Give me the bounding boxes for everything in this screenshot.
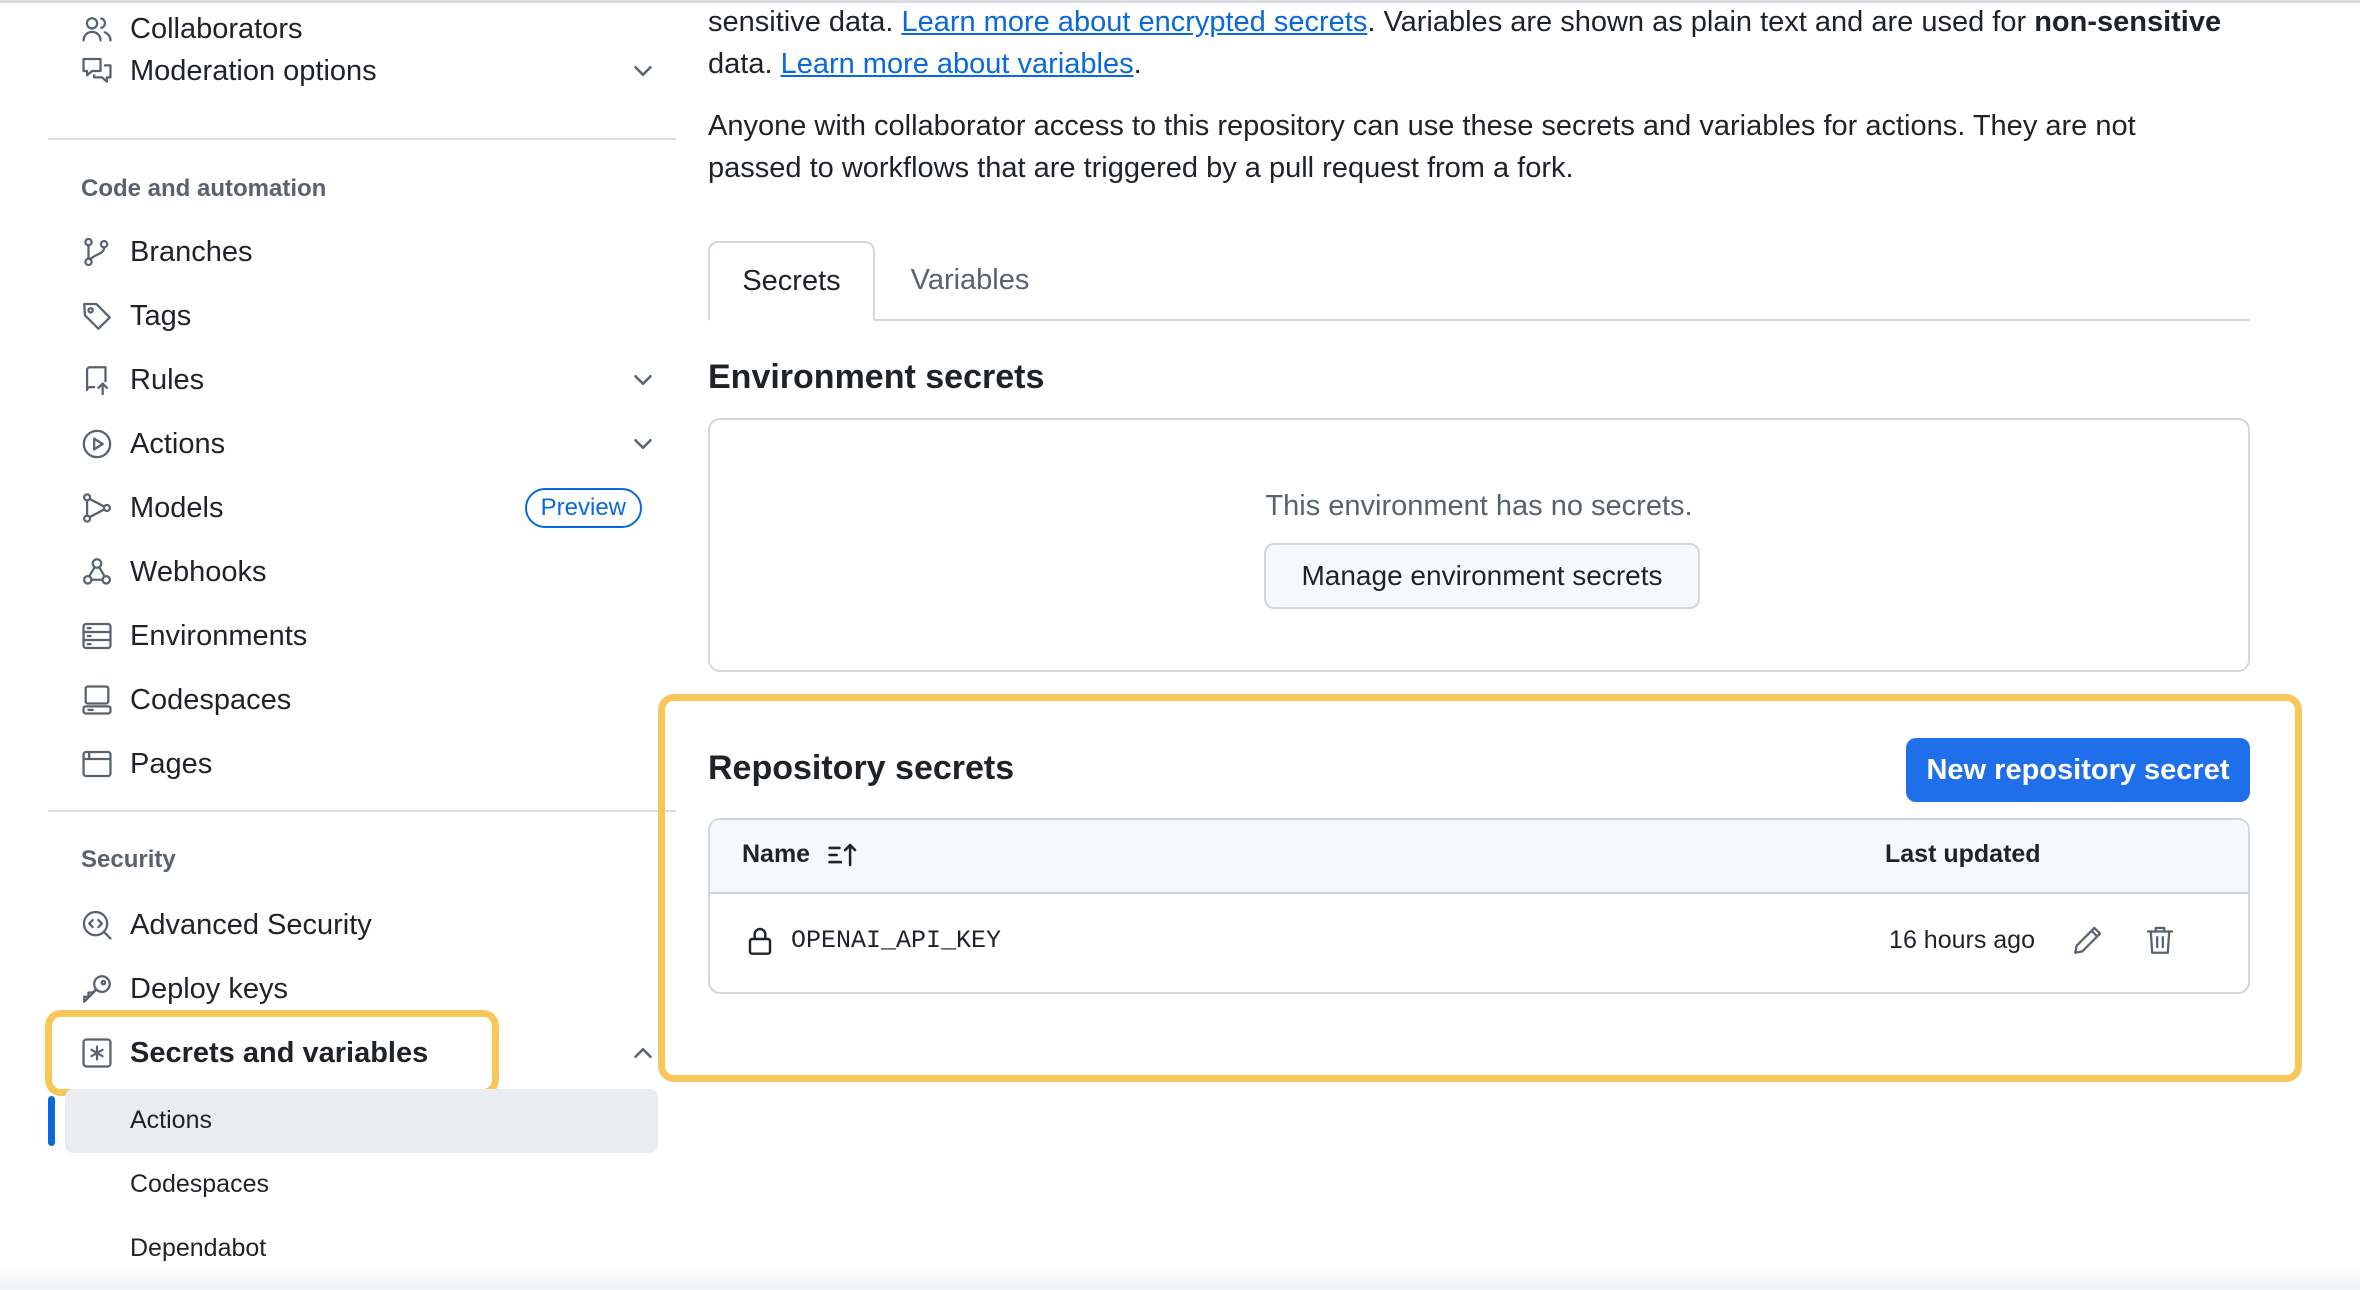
sidebar-item-models[interactable]: Models Preview xyxy=(78,480,658,536)
repo-push-icon xyxy=(78,361,116,399)
sidebar-item-label: Branches xyxy=(130,235,253,268)
sidebar-item-tags[interactable]: Tags xyxy=(78,288,658,344)
tab-secrets[interactable]: Secrets xyxy=(708,241,875,321)
sidebar-item-environments[interactable]: Environments xyxy=(78,608,658,664)
secrets-table: Name Last updated OPENAI_API_KEY 16 hour… xyxy=(708,818,2250,994)
intro-paragraph: sensitive data. Learn more about encrypt… xyxy=(708,1,2248,85)
sidebar-item-webhooks[interactable]: Webhooks xyxy=(78,544,658,600)
learn-more-secrets-link[interactable]: Learn more about encrypted secrets xyxy=(901,6,1367,38)
preview-badge: Preview xyxy=(524,488,642,528)
webhook-icon xyxy=(78,553,116,591)
sidebar-item-label: Moderation options xyxy=(130,54,377,87)
sidebar-item-rules[interactable]: Rules xyxy=(78,352,658,408)
bottom-edge xyxy=(0,1262,2360,1290)
sidebar-item-label: Tags xyxy=(130,299,192,332)
sidebar-divider xyxy=(48,810,676,812)
sub-item-active-indicator xyxy=(48,1096,55,1146)
intro-bold-text: non-sensitive xyxy=(2034,6,2222,38)
play-icon xyxy=(78,425,116,463)
intro-text: . xyxy=(1133,48,1142,80)
sidebar-item-label: Deploy keys xyxy=(130,972,288,1005)
trash-icon[interactable] xyxy=(2140,920,2180,960)
codescan-icon xyxy=(78,906,116,944)
collaborator-note: Anyone with collaborator access to this … xyxy=(708,110,2136,184)
sub-item-codespaces[interactable]: Codespaces xyxy=(130,1170,269,1199)
sort-ascending-icon[interactable] xyxy=(826,838,860,872)
pencil-icon[interactable] xyxy=(2068,920,2108,960)
repository-secrets-heading: Repository secrets xyxy=(708,749,1015,787)
sidebar-divider xyxy=(48,138,676,140)
sidebar-item-branches[interactable]: Branches xyxy=(78,224,658,280)
environment-secrets-panel: This environment has no secrets. Manage … xyxy=(708,418,2250,672)
column-header-last-updated: Last updated xyxy=(1885,840,2041,868)
highlight-secrets-and-variables xyxy=(45,1010,499,1096)
sidebar-item-label: Pages xyxy=(130,747,213,780)
lock-icon xyxy=(744,924,776,958)
sidebar-item-label: Actions xyxy=(130,427,226,460)
chevron-up-icon[interactable] xyxy=(628,1038,658,1068)
codespaces-icon xyxy=(78,681,116,719)
tabs-underline xyxy=(708,319,2250,321)
column-header-name[interactable]: Name xyxy=(742,840,810,869)
learn-more-variables-link[interactable]: Learn more about variables xyxy=(781,48,1134,80)
sidebar-item-actions[interactable]: Actions xyxy=(78,416,658,472)
sidebar-item-pages[interactable]: Pages xyxy=(78,736,658,792)
sidebar-item-codespaces[interactable]: Codespaces xyxy=(78,672,658,728)
environment-secrets-heading: Environment secrets xyxy=(708,358,1045,396)
empty-state-text: This environment has no secrets. xyxy=(1265,490,1693,522)
sub-item-actions[interactable]: Actions xyxy=(130,1106,212,1135)
git-branch-icon xyxy=(78,233,116,271)
intro-text: . Variables are shown as plain text and … xyxy=(1367,6,2035,38)
chevron-down-icon[interactable] xyxy=(628,429,658,459)
settings-page: Collaborators Moderation options Code an… xyxy=(0,0,2360,1290)
key-icon xyxy=(78,970,116,1008)
new-repository-secret-button[interactable]: New repository secret xyxy=(1906,738,2250,802)
server-icon xyxy=(78,617,116,655)
sidebar-item-label: Webhooks xyxy=(130,555,267,588)
sidebar-item-label: Rules xyxy=(130,363,205,396)
sidebar-item-label: Collaborators xyxy=(130,12,303,45)
models-icon xyxy=(78,489,116,527)
browser-icon xyxy=(78,745,116,783)
sidebar-item-moderation-options[interactable]: Moderation options xyxy=(78,43,658,99)
sub-item-dependabot[interactable]: Dependabot xyxy=(130,1234,266,1263)
tab-variables[interactable]: Variables xyxy=(880,241,1060,319)
comment-discussion-icon xyxy=(78,52,116,90)
intro-text: sensitive data. xyxy=(708,6,902,38)
sidebar-item-label: Codespaces xyxy=(130,683,292,716)
sidebar-item-deploy-keys[interactable]: Deploy keys xyxy=(78,961,658,1017)
sidebar-item-label: Advanced Security xyxy=(130,908,372,941)
sidebar-item-advanced-security[interactable]: Advanced Security xyxy=(78,897,658,953)
sidebar-heading-code-automation: Code and automation xyxy=(81,175,327,202)
table-header: Name Last updated xyxy=(710,820,2248,894)
sidebar-heading-security: Security xyxy=(81,846,176,873)
tag-icon xyxy=(78,297,116,335)
intro-text: data. xyxy=(708,48,781,80)
secret-last-updated: 16 hours ago xyxy=(1889,926,2035,954)
chevron-down-icon[interactable] xyxy=(628,365,658,395)
secret-name: OPENAI_API_KEY xyxy=(791,926,1002,955)
sidebar-item-label: Models xyxy=(130,491,224,524)
manage-environment-secrets-button[interactable]: Manage environment secrets xyxy=(1264,543,1700,609)
sidebar-item-label: Environments xyxy=(130,619,308,652)
chevron-down-icon[interactable] xyxy=(628,56,658,86)
